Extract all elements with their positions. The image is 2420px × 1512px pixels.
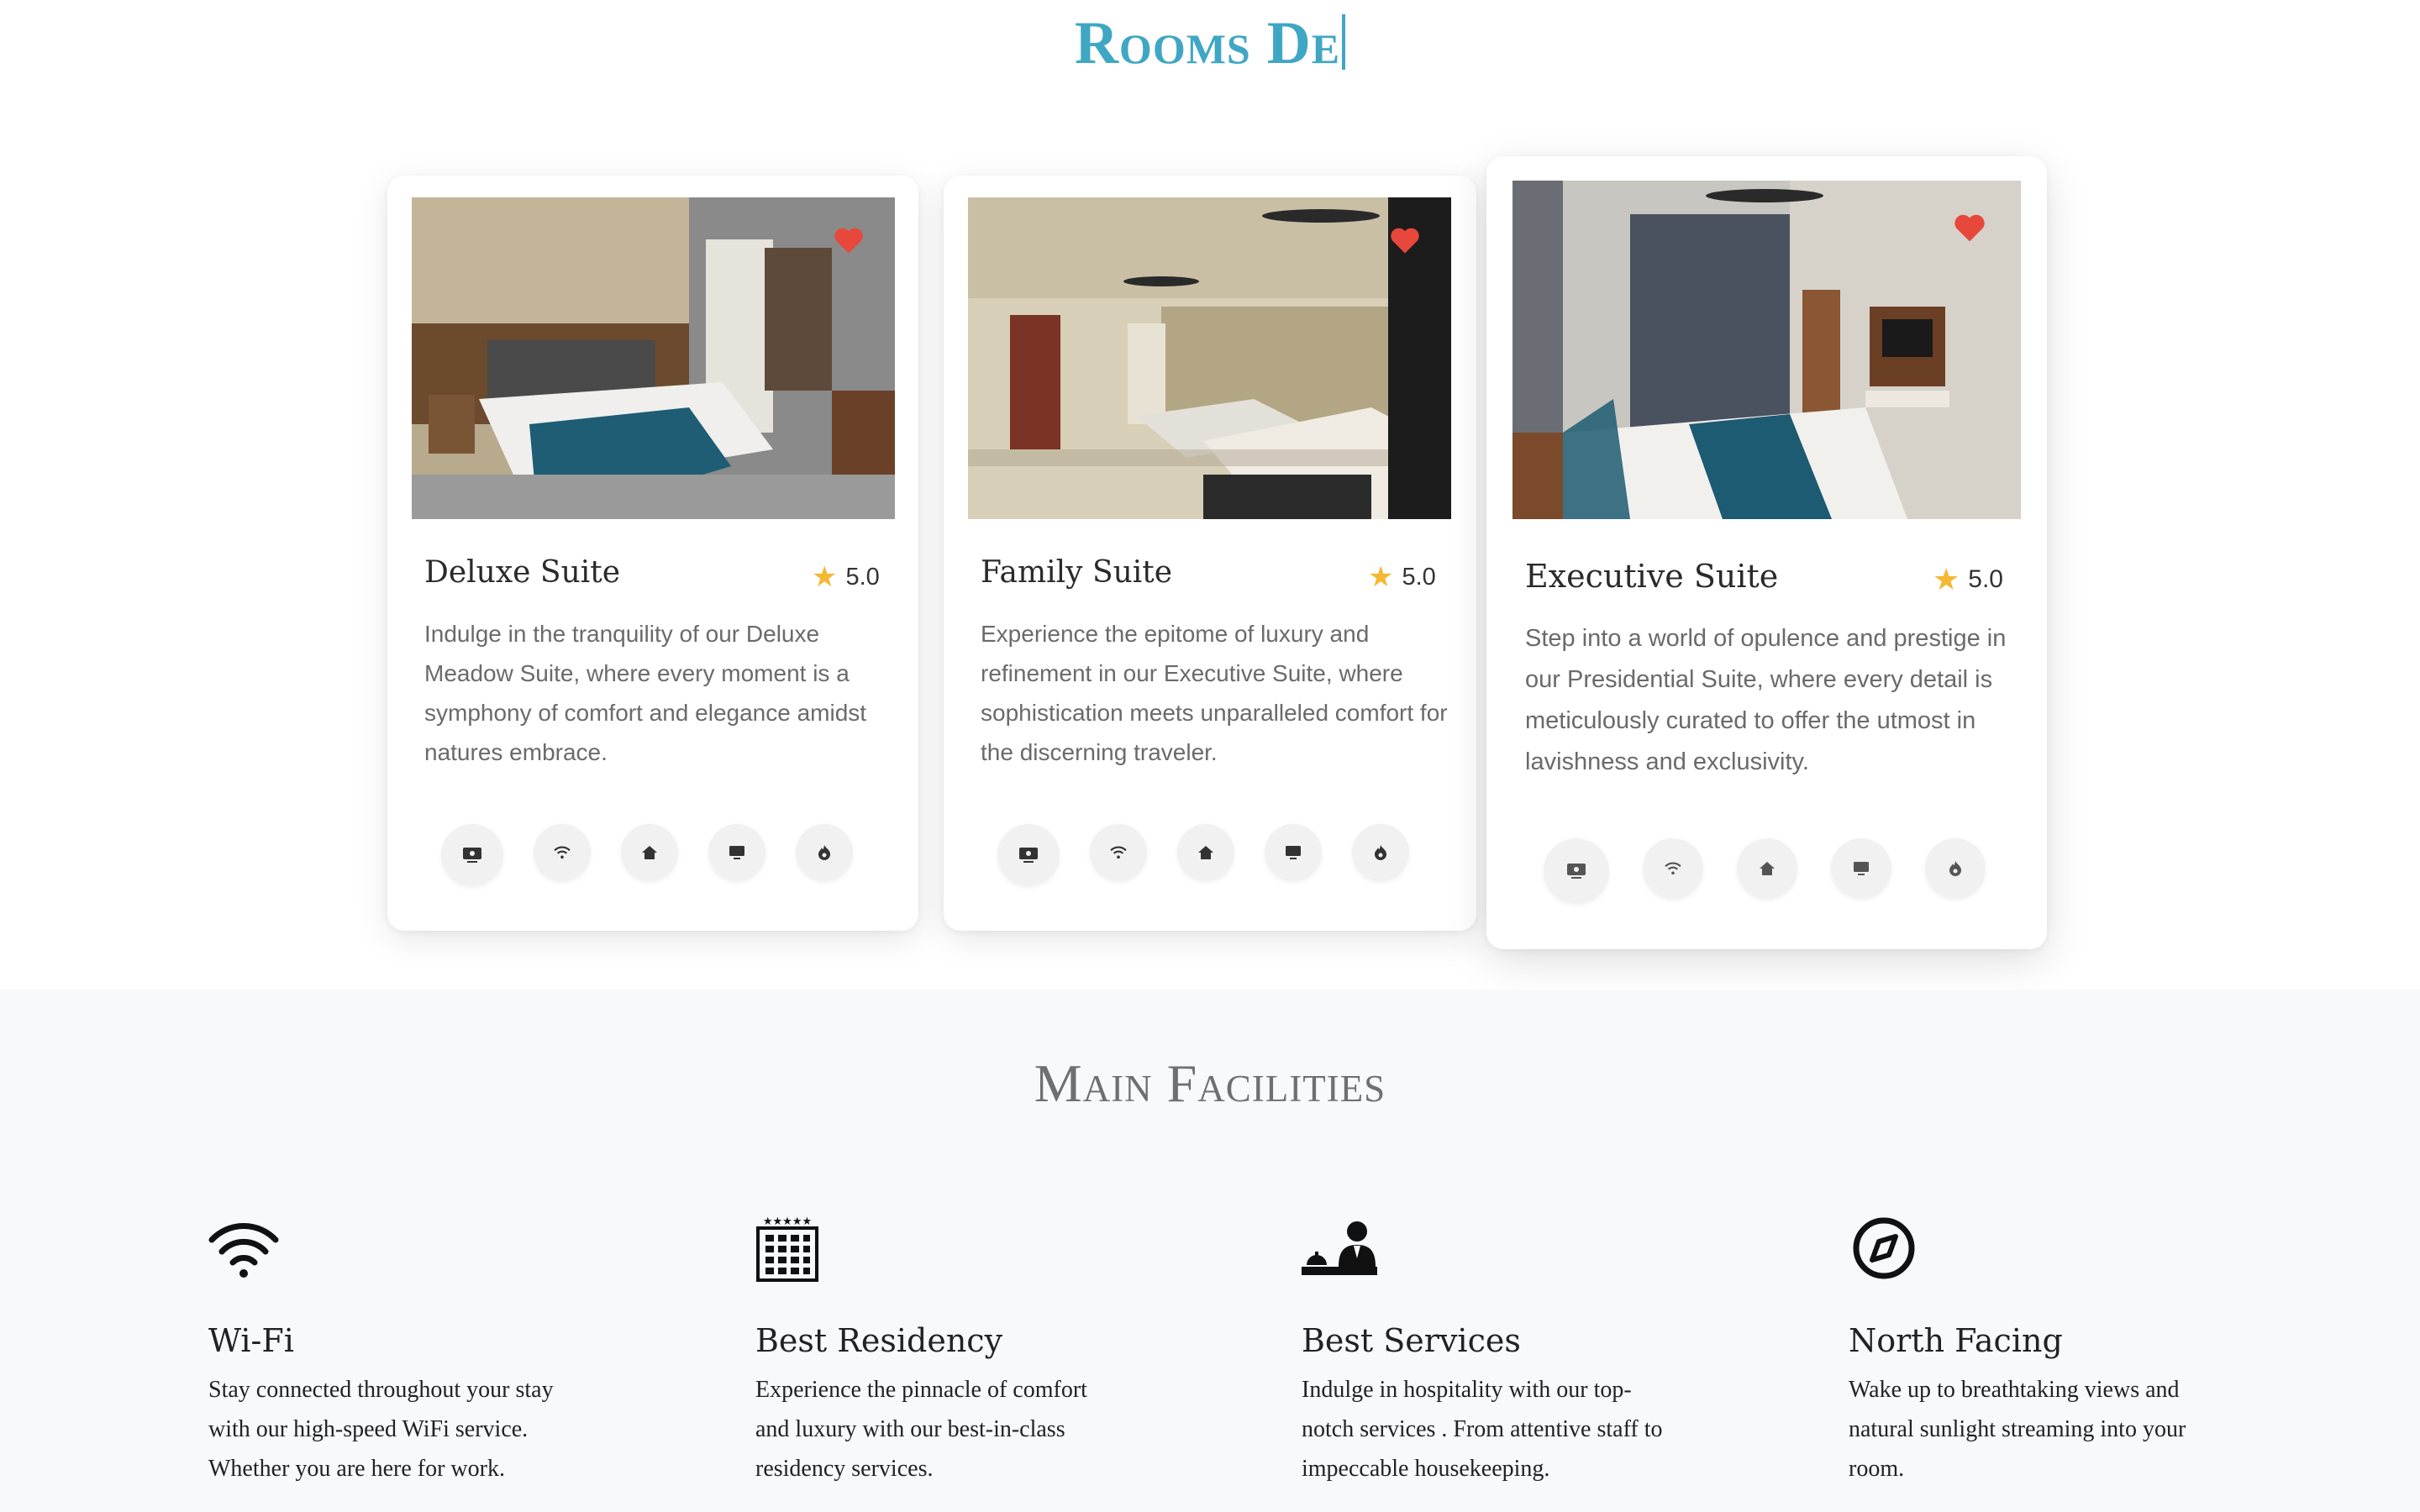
home-icon[interactable]	[1737, 838, 1797, 899]
wifi-icon[interactable]	[1090, 824, 1147, 881]
star-icon: ★	[1933, 562, 1960, 596]
compass-icon	[1853, 1217, 1915, 1279]
fire-icon[interactable]	[1925, 838, 1986, 899]
amenity-icons	[1544, 838, 1986, 904]
facility-name: Best Residency	[755, 1322, 1003, 1359]
room-description: Indulge in the tranquility of our Deluxe…	[424, 621, 867, 765]
favorite-heart-icon[interactable]	[1389, 226, 1421, 255]
facility-best-services: Best Services Indulge in hospitality wit…	[1302, 1215, 1697, 1482]
facilities-section: Main Facilities Wi-Fi Stay connected thr…	[0, 990, 2420, 1512]
rooms-section-title: Rooms De	[0, 8, 2420, 78]
room-rating: ★ 5.0	[1368, 560, 1436, 594]
favorite-heart-icon[interactable]	[833, 226, 865, 255]
facility-north-facing: North Facing Wake up to breathtaking vie…	[1849, 1215, 2244, 1482]
amenity-icons	[997, 824, 1409, 886]
wifi-icon	[208, 1223, 279, 1278]
room-rating: ★ 5.0	[1933, 562, 2003, 597]
facility-description: Experience the pinnacle of comfort and l…	[755, 1377, 1087, 1482]
favorite-heart-icon[interactable]	[1953, 213, 1986, 243]
room-card-executive[interactable]: Executive Suite ★ 5.0 Step into a world …	[1486, 156, 2047, 949]
fire-icon[interactable]	[796, 824, 853, 881]
tv-icon[interactable]	[441, 824, 503, 886]
monitor-icon[interactable]	[1265, 824, 1322, 881]
facility-name: North Facing	[1849, 1322, 2063, 1359]
rating-value: 5.0	[1968, 565, 2003, 593]
room-photo[interactable]	[968, 197, 1451, 519]
room-photo[interactable]	[1512, 181, 2021, 519]
room-card-family[interactable]: Family Suite ★ 5.0 Experience the epitom…	[944, 176, 1476, 931]
hotel-building-icon: ★★★★★	[756, 1215, 818, 1282]
home-icon[interactable]	[1177, 824, 1234, 881]
typing-caret	[1342, 14, 1346, 70]
room-description: Step into a world of opulence and presti…	[1525, 625, 2007, 775]
svg-text:★★★★★: ★★★★★	[763, 1215, 812, 1228]
facility-description: Stay connected throughout your stay with…	[208, 1377, 554, 1482]
rating-value: 5.0	[845, 563, 880, 591]
rooms-title-text: Rooms De	[1074, 9, 1341, 76]
wifi-icon[interactable]	[534, 824, 591, 881]
tv-icon[interactable]	[1544, 838, 1609, 904]
room-name: Family Suite	[981, 555, 1173, 590]
facilities-section-title: Main Facilities	[1034, 1053, 1386, 1113]
star-icon: ★	[812, 561, 838, 593]
room-photo[interactable]	[412, 197, 895, 519]
concierge-icon	[1302, 1221, 1377, 1275]
tv-icon[interactable]	[997, 824, 1060, 886]
room-name: Executive Suite	[1525, 558, 1779, 595]
room-card-deluxe[interactable]: Deluxe Suite ★ 5.0 Indulge in the tranqu…	[387, 176, 918, 931]
facility-name: Wi-Fi	[208, 1322, 294, 1359]
rating-value: 5.0	[1402, 563, 1436, 591]
monitor-icon[interactable]	[1831, 838, 1891, 899]
facility-best-residency: ★★★★★ Best Residency Experience the pinn…	[755, 1215, 1150, 1482]
home-icon[interactable]	[621, 824, 678, 881]
fire-icon[interactable]	[1352, 824, 1409, 881]
room-name: Deluxe Suite	[424, 555, 621, 590]
amenity-icons	[441, 824, 853, 886]
star-icon: ★	[1368, 561, 1394, 593]
room-description: Experience the epitome of luxury and ref…	[981, 621, 1448, 765]
room-rating: ★ 5.0	[812, 560, 880, 594]
facility-name: Best Services	[1302, 1322, 1521, 1359]
facility-description: Indulge in hospitality with our top-notc…	[1302, 1377, 1663, 1482]
facility-wifi: Wi-Fi Stay connected throughout your sta…	[208, 1215, 603, 1482]
wifi-icon[interactable]	[1643, 838, 1703, 899]
facility-description: Wake up to breathtaking views and natura…	[1849, 1377, 2186, 1482]
monitor-icon[interactable]	[708, 824, 765, 881]
